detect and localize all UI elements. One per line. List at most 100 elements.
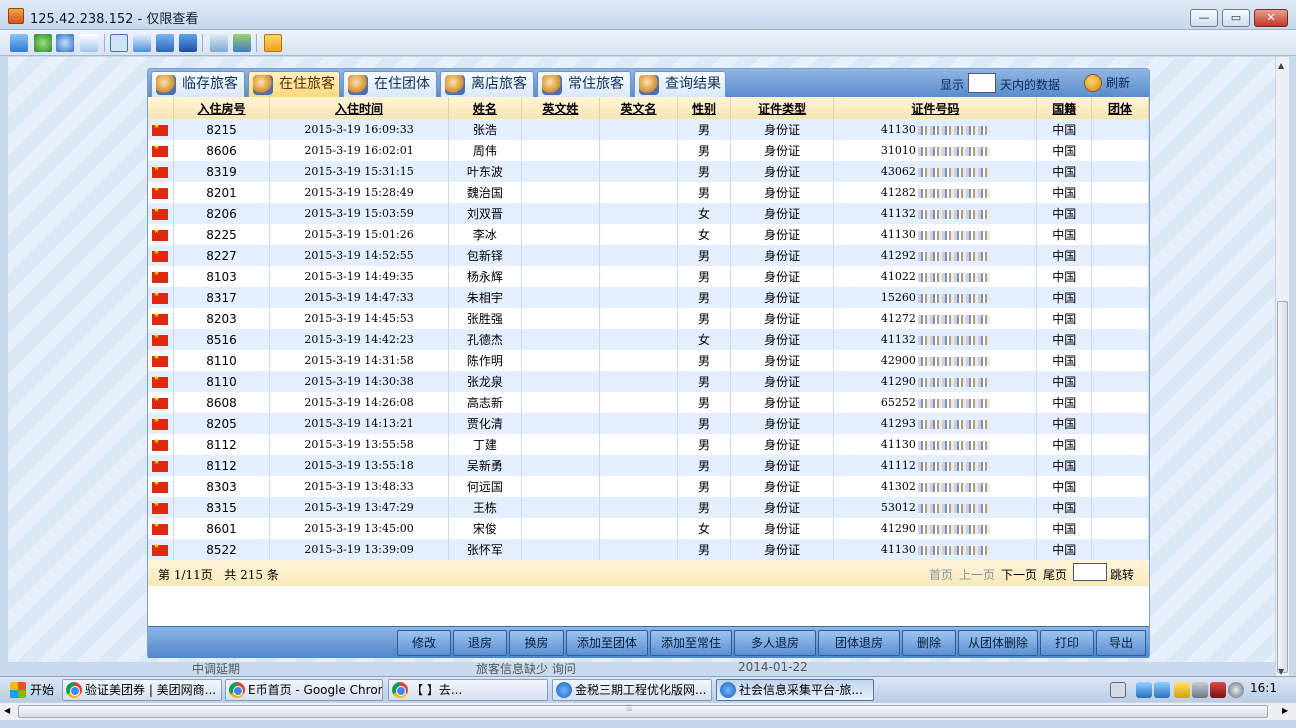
table-row[interactable]: 8215 2015-3-19 16:09:33 张浩 男 身份证 41130 中国 <box>148 119 1149 140</box>
taskbar-item-tax[interactable]: 金税三期工程优化版网... <box>552 679 712 701</box>
security-icon[interactable] <box>1210 682 1226 698</box>
cell-id-type: 身份证 <box>730 539 835 560</box>
tab-resident-guests[interactable]: 常住旅客 <box>537 71 631 97</box>
col-nationality[interactable]: 国籍 <box>1036 97 1093 119</box>
maximize-button[interactable]: ▭ <box>1222 9 1250 27</box>
cell-nationality: 中国 <box>1036 518 1093 539</box>
table-row[interactable]: 8205 2015-3-19 14:13:21 贾化清 男 身份证 41293 中国 <box>148 413 1149 434</box>
taskbar-item-meituan[interactable]: 验证美团券 | 美团网商... <box>62 679 222 701</box>
scroll-left-icon[interactable]: ◀ <box>4 706 10 715</box>
network-icon[interactable] <box>1154 682 1170 698</box>
next-page-link[interactable]: 下一页 <box>1001 566 1037 583</box>
table-row[interactable]: 8112 2015-3-19 13:55:18 吴新勇 男 身份证 41112 中国 <box>148 455 1149 476</box>
remove-from-group-button[interactable]: 从团体删除 <box>958 630 1038 656</box>
table-row[interactable]: 8606 2015-3-19 16:02:01 周伟 男 身份证 31010 中国 <box>148 140 1149 161</box>
horizontal-scrollbar[interactable]: ◀ ⦙⦙⦙ ▶ <box>0 702 1296 720</box>
table-row[interactable]: 8225 2015-3-19 15:01:26 李冰 女 身份证 41130 中国 <box>148 224 1149 245</box>
taskbar-item-ebi[interactable]: E币首页 - Google Chrome <box>225 679 383 701</box>
table-row[interactable]: 8317 2015-3-19 14:47:33 朱相宇 男 身份证 15260 中国 <box>148 287 1149 308</box>
tab-current-guests[interactable]: 在住旅客 <box>248 71 340 97</box>
col-name[interactable]: 姓名 <box>448 97 522 119</box>
tab-current-groups[interactable]: 在住团体 <box>343 71 437 97</box>
change-room-button[interactable]: 换房 <box>509 630 564 656</box>
add-to-resident-button[interactable]: 添加至常住 <box>650 630 732 656</box>
col-english-surname[interactable]: 英文姓 <box>521 97 601 119</box>
table-row[interactable]: 8203 2015-3-19 14:45:53 张胜强 男 身份证 41272 中国 <box>148 308 1149 329</box>
table-row[interactable]: 8522 2015-3-19 13:39:09 张怀军 男 身份证 41130 中国 <box>148 539 1149 560</box>
table-row[interactable]: 8601 2015-3-19 13:45:00 宋俊 女 身份证 41290 中国 <box>148 518 1149 539</box>
table-row[interactable]: 8319 2015-3-19 15:31:15 叶东波 男 身份证 43062 中国 <box>148 161 1149 182</box>
phone-icon[interactable] <box>56 34 74 52</box>
start-button[interactable]: 开始 <box>8 680 58 700</box>
fullscreen-icon[interactable] <box>133 34 151 52</box>
cell-flag <box>148 329 174 350</box>
col-gender[interactable]: 性别 <box>677 97 731 119</box>
table-row[interactable]: 8110 2015-3-19 14:31:58 陈作明 男 身份证 42900 中国 <box>148 350 1149 371</box>
table-row[interactable]: 8103 2015-3-19 14:49:35 杨永辉 男 身份证 41022 中国 <box>148 266 1149 287</box>
table-row[interactable]: 8315 2015-3-19 13:47:29 王栋 男 身份证 53012 中国 <box>148 497 1149 518</box>
tab-checked-out-guests[interactable]: 离店旅客 <box>440 71 534 97</box>
first-page-link[interactable]: 首页 <box>929 566 953 583</box>
scroll-down-icon[interactable]: ▼ <box>1278 667 1284 676</box>
scroll-thumb[interactable] <box>1277 301 1288 673</box>
table-row[interactable]: 8608 2015-3-19 14:26:08 高志新 男 身份证 65252 中国 <box>148 392 1149 413</box>
taskbar-item-chrome[interactable]: 【 】去... <box>388 679 548 701</box>
table-row[interactable]: 8516 2015-3-19 14:42:23 孔德杰 女 身份证 41132 中国 <box>148 329 1149 350</box>
scroll-thumb[interactable] <box>18 705 1268 718</box>
chat-icon[interactable] <box>80 34 98 52</box>
scroll-right-icon[interactable]: ▶ <box>1282 706 1288 715</box>
table-row[interactable]: 8227 2015-3-19 14:52:55 包新铎 男 身份证 41292 中国 <box>148 245 1149 266</box>
add-to-group-button[interactable]: 添加至团体 <box>566 630 648 656</box>
last-page-link[interactable]: 尾页 <box>1043 566 1067 583</box>
edit-button[interactable]: 修改 <box>397 630 451 656</box>
scroll-up-icon[interactable]: ▲ <box>1278 61 1284 70</box>
group-checkout-button[interactable]: 团体退房 <box>818 630 900 656</box>
transfer-icon[interactable] <box>34 34 52 52</box>
table-row[interactable]: 8201 2015-3-19 15:28:49 魏治国 男 身份证 41282 中国 <box>148 182 1149 203</box>
days-input[interactable] <box>968 73 996 93</box>
print-button[interactable]: 打印 <box>1040 630 1094 656</box>
scale-icon[interactable] <box>179 34 197 52</box>
fit-icon[interactable] <box>156 34 174 52</box>
screen-icon[interactable] <box>10 34 28 52</box>
table-row[interactable]: 8110 2015-3-19 14:30:38 张龙泉 男 身份证 41290 中国 <box>148 371 1149 392</box>
tab-query-results[interactable]: 查询结果 <box>634 71 726 97</box>
shield-icon[interactable] <box>1174 682 1190 698</box>
copy-icon[interactable] <box>210 34 228 52</box>
checkout-button[interactable]: 退房 <box>453 630 507 656</box>
jump-button[interactable]: 跳转 <box>1110 566 1134 583</box>
window-titlebar: 125.42.238.152 - 仅限查看 — ▭ ✕ <box>0 0 1296 30</box>
network-icon[interactable] <box>1136 682 1152 698</box>
taskbar-item-social-info[interactable]: 社会信息采集平台-旅... <box>716 679 874 701</box>
cell-gender: 男 <box>677 350 731 371</box>
prev-page-link[interactable]: 上一页 <box>959 566 995 583</box>
col-checkin-time[interactable]: 入住时间 <box>269 97 449 119</box>
col-room[interactable]: 入住房号 <box>173 97 271 119</box>
device-icon[interactable] <box>1192 682 1208 698</box>
delete-button[interactable]: 删除 <box>902 630 956 656</box>
table-row[interactable]: 8303 2015-3-19 13:48:33 何远国 男 身份证 41302 中国 <box>148 476 1149 497</box>
cell-name: 王栋 <box>448 497 522 518</box>
export-button[interactable]: 导出 <box>1096 630 1146 656</box>
speaker-icon[interactable] <box>1228 682 1244 698</box>
table-row[interactable]: 8206 2015-3-19 15:03:59 刘双晋 女 身份证 41132 中国 <box>148 203 1149 224</box>
col-id-number[interactable]: 证件号码 <box>833 97 1038 119</box>
table-row[interactable]: 8112 2015-3-19 13:55:58 丁建 男 身份证 41130 中国 <box>148 434 1149 455</box>
col-group[interactable]: 团体 <box>1091 97 1149 119</box>
col-id-type[interactable]: 证件类型 <box>730 97 835 119</box>
refresh-button[interactable]: 刷新 <box>1084 73 1130 93</box>
tab-temporary-guests[interactable]: 临存旅客 <box>151 71 245 97</box>
col-english-given[interactable]: 英文名 <box>599 97 679 119</box>
keyboard-icon[interactable] <box>1110 682 1126 698</box>
multi-checkout-button[interactable]: 多人退房 <box>734 630 816 656</box>
tools-icon[interactable] <box>233 34 251 52</box>
view-window-icon[interactable] <box>110 34 128 52</box>
cell-gender-text: 男 <box>697 312 710 326</box>
disconnect-icon[interactable] <box>264 34 282 52</box>
vertical-scrollbar[interactable]: ▲ ▼ <box>1275 57 1289 681</box>
cell-room: 8227 <box>173 245 271 266</box>
close-button[interactable]: ✕ <box>1254 9 1288 27</box>
jump-page-input[interactable] <box>1073 563 1107 581</box>
minimize-button[interactable]: — <box>1190 9 1218 27</box>
cell-nationality-text: 中国 <box>1052 354 1077 368</box>
